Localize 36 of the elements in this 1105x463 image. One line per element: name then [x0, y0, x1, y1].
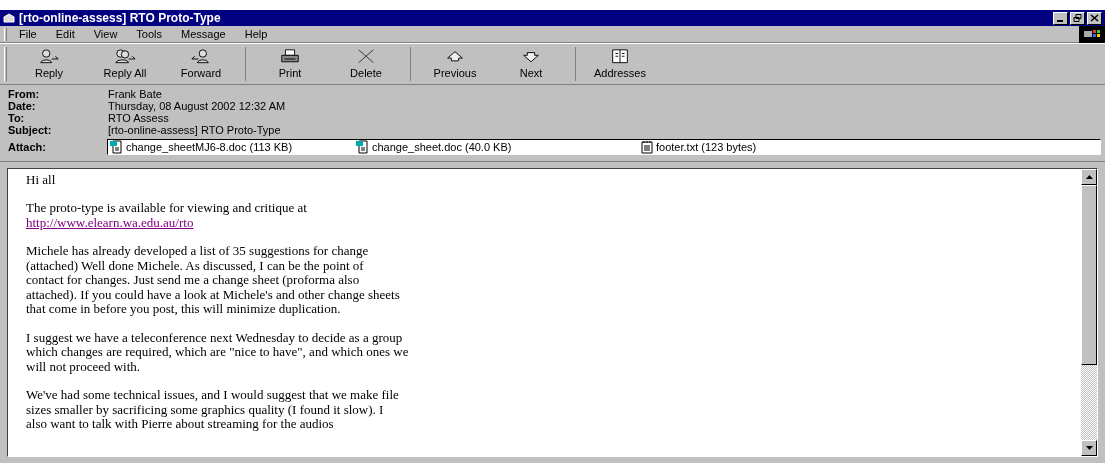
- toolbar-button[interactable]: Next: [493, 47, 569, 81]
- link[interactable]: http://www.elearn.wa.edu.au/rto: [26, 214, 194, 230]
- toolbar-button[interactable]: Previous: [417, 47, 493, 81]
- menu-item[interactable]: View: [93, 25, 118, 43]
- toolbar-button[interactable]: Reply All: [87, 47, 163, 81]
- attachment[interactable]: change_sheetMJ6-8.doc (113 KB): [110, 139, 356, 156]
- paragraph: Hi all: [26, 172, 57, 187]
- minimize-button[interactable]: [1053, 11, 1068, 25]
- scrollbar[interactable]: [1081, 168, 1097, 456]
- toolbar-button[interactable]: Print: [252, 47, 328, 81]
- menu-item[interactable]: File: [19, 25, 37, 43]
- restore-icon: [1073, 14, 1082, 22]
- toolbar-button[interactable]: Forward: [163, 47, 239, 81]
- close-button[interactable]: [1087, 11, 1102, 25]
- restore-button[interactable]: [1070, 11, 1085, 25]
- attachment[interactable]: change_sheet.doc (40.0 KB): [356, 139, 640, 156]
- scrollbar-thumb[interactable]: [1081, 184, 1097, 365]
- envelope-icon: [3, 13, 15, 23]
- menu-item[interactable]: Edit: [55, 25, 75, 43]
- attachment[interactable]: footer.txt (123 bytes): [640, 139, 757, 156]
- toolbar-button[interactable]: Reply: [11, 47, 87, 81]
- toolbar-button[interactable]: Delete: [328, 47, 404, 81]
- paragraph: We've had some technical issues, and I would suggest that we make file sizes smaller by sacrificing some graphics quality (I found it slow). I also want to talk with Pierre about streaming for the audios: [26, 388, 400, 432]
- menu-item[interactable]: Help: [244, 25, 268, 43]
- menu-item[interactable]: Tools: [136, 25, 163, 43]
- people-arrow-icon: [112, 48, 138, 65]
- menu-item[interactable]: Message: [181, 25, 226, 43]
- header-label: Attach:: [8, 140, 47, 155]
- paragraph: The proto-type is available for viewing and critique at http://www.elearn.wa.edu.au/rto: [26, 201, 308, 230]
- close-icon: [1090, 14, 1099, 22]
- up-arrow-icon: [1085, 174, 1093, 179]
- paragraph: Michele has already developed a list of 35 suggestions for change (attached) Well done Michele. As discussed, I can be the point of contact for changes. Just send me a change sheet (proforma also attached). If you could have a look at Michele's and other change sheets that come in before you post, this will minimize duplication.: [26, 244, 401, 317]
- down-arrow-icon: [1085, 446, 1093, 450]
- paragraph: I suggest we have a teleconference next Wednesday to decide as a group which changes are required, which are "nice to have", and which ones we will not proceed with.: [26, 330, 410, 374]
- toolbar-button[interactable]: Addresses: [582, 47, 658, 81]
- window-title: [rto-online-assess] RTO Proto-Type: [19, 10, 221, 27]
